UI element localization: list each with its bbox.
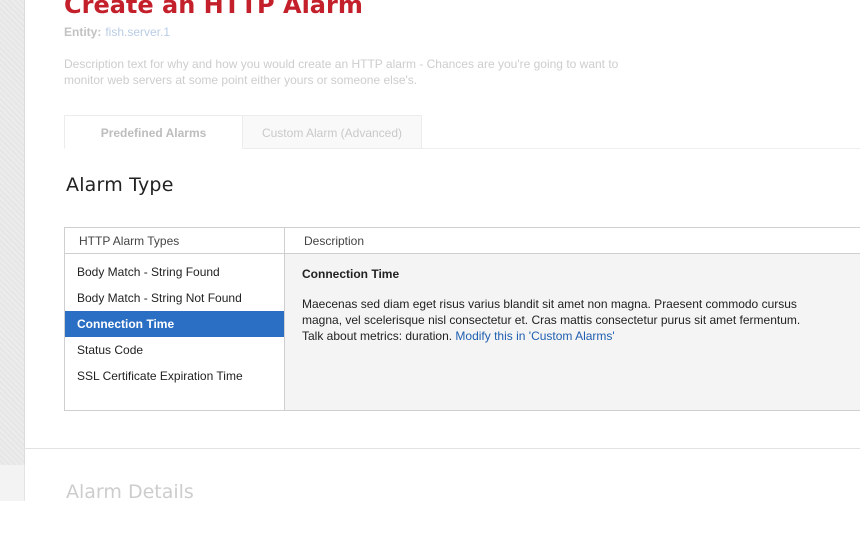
description-panel: Connection Time Maecenas sed diam eget r… <box>285 254 860 410</box>
tabs-underline <box>422 148 860 149</box>
description-body: Maecenas sed diam eget risus varius blan… <box>302 296 812 344</box>
description-title: Connection Time <box>302 267 400 281</box>
alarm-type-ssl-expiration[interactable]: SSL Certificate Expiration Time <box>65 363 284 389</box>
tab-custom-alarm[interactable]: Custom Alarm (Advanced) <box>243 115 422 149</box>
create-http-alarm-page: Create an HTTP Alarm Entity: fish.server.… <box>0 0 860 540</box>
entity-line: Entity: fish.server.1 <box>64 25 170 39</box>
column-header-types: HTTP Alarm Types <box>65 228 285 254</box>
left-rail <box>0 0 25 465</box>
section-divider <box>24 448 860 449</box>
alarm-type-table: HTTP Alarm Types Description Body Match … <box>64 227 860 411</box>
entity-label: Entity: <box>64 25 102 39</box>
alarm-tabs: Predefined Alarms Custom Alarm (Advanced… <box>64 115 422 149</box>
alarm-type-connection-time[interactable]: Connection Time <box>65 311 284 337</box>
page-description: Description text for why and how you wou… <box>64 57 619 87</box>
page-title: Create an HTTP Alarm <box>64 0 363 19</box>
alarm-type-heading: Alarm Type <box>66 174 174 196</box>
alarm-types-list: Body Match - String Found Body Match - S… <box>65 254 285 410</box>
alarm-details-heading: Alarm Details <box>66 481 194 503</box>
tab-predefined-alarms[interactable]: Predefined Alarms <box>64 115 243 149</box>
alarm-type-status-code[interactable]: Status Code <box>65 337 284 363</box>
modify-custom-alarms-link[interactable]: Modify this in 'Custom Alarms' <box>455 329 614 343</box>
alarm-type-body-match-found[interactable]: Body Match - String Found <box>65 259 284 285</box>
entity-value: fish.server.1 <box>105 25 171 39</box>
left-rail-lower <box>0 465 25 501</box>
column-header-description: Description <box>285 228 860 254</box>
alarm-type-body-match-not-found[interactable]: Body Match - String Not Found <box>65 285 284 311</box>
